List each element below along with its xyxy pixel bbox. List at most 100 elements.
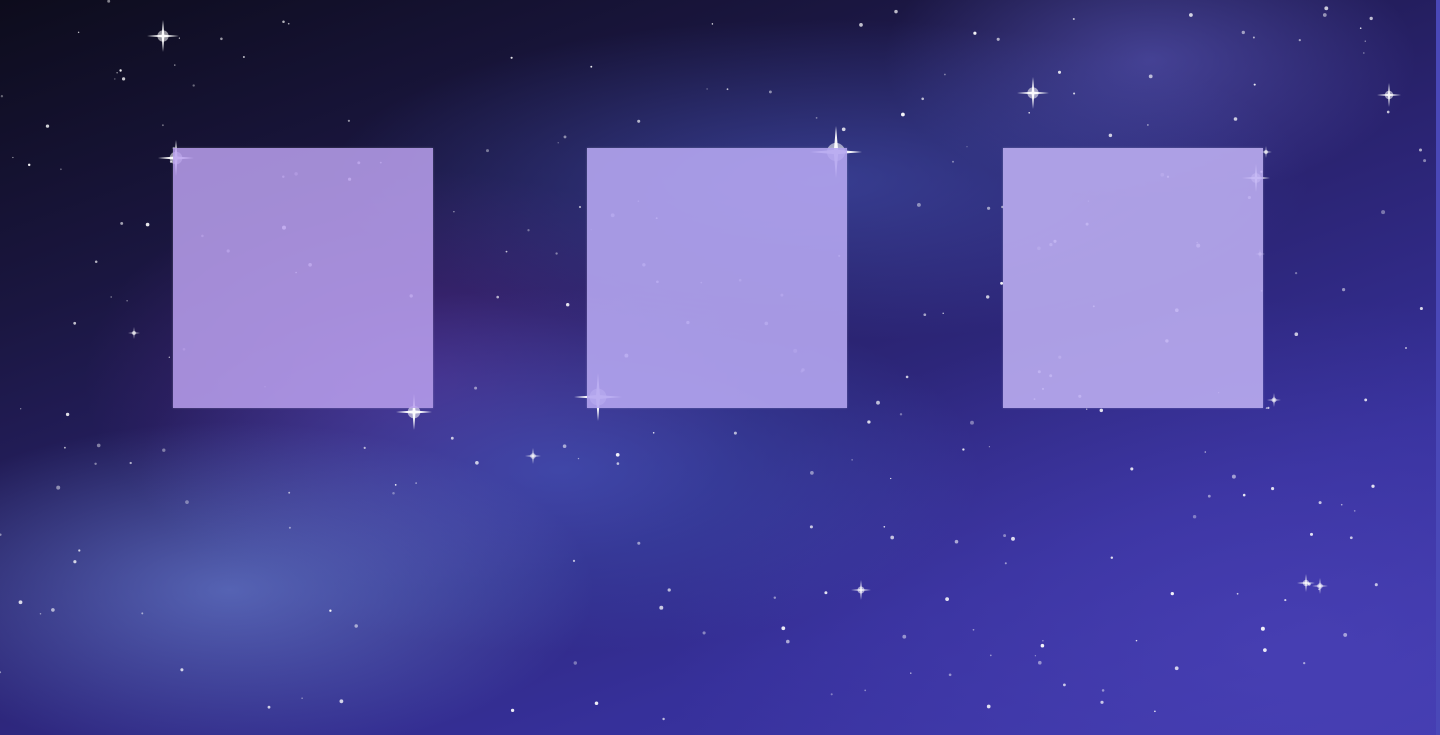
star-dot: [116, 72, 118, 74]
star-dot: [815, 117, 818, 119]
star-dot: [702, 631, 706, 635]
star-dot: [1192, 514, 1197, 519]
star-dot: [563, 135, 567, 139]
star-dot: [809, 525, 813, 529]
star-dot: [141, 612, 144, 615]
star-dot: [121, 77, 126, 81]
star-dot: [1231, 474, 1236, 479]
content-tile-1[interactable]: [173, 148, 433, 408]
sparkle-star-icon: [147, 20, 179, 52]
star-dot: [39, 612, 42, 615]
star-dot: [1174, 666, 1179, 671]
star-dot: [288, 491, 291, 494]
star-dot: [590, 65, 593, 68]
star-dot: [329, 609, 332, 612]
star-dot: [0, 671, 2, 674]
star-dot: [1086, 408, 1088, 410]
star-dot: [96, 443, 101, 448]
star-dot: [65, 412, 70, 417]
star-dot: [1204, 451, 1207, 453]
star-dot: [1263, 648, 1267, 652]
star-dot: [1324, 6, 1329, 11]
star-dot: [114, 78, 116, 80]
star-dot: [1110, 556, 1114, 559]
star-dot: [1284, 599, 1287, 602]
star-dot: [921, 97, 924, 101]
star-dot: [989, 654, 992, 657]
star-dot: [27, 163, 31, 167]
star-dot: [578, 205, 582, 209]
star-dot: [1309, 532, 1314, 536]
star-dot: [1318, 501, 1322, 505]
star-dot: [987, 206, 991, 210]
star-dot: [1349, 536, 1353, 540]
sparkle-star-icon: [1017, 77, 1049, 109]
star-dot: [711, 23, 714, 25]
star-dot: [1207, 494, 1211, 498]
star-dot: [1072, 17, 1075, 21]
star-dot: [1154, 710, 1156, 713]
star-dot: [1353, 510, 1356, 512]
star-dot: [637, 541, 641, 545]
star-dot: [94, 260, 98, 263]
content-tile-2[interactable]: [587, 148, 847, 408]
star-dot: [282, 20, 285, 23]
star-dot: [1298, 38, 1301, 42]
star-dot: [415, 482, 417, 484]
star-dot: [1364, 40, 1367, 42]
star-dot: [1369, 16, 1373, 21]
content-tile-3[interactable]: [1003, 148, 1263, 408]
star-dot: [1294, 271, 1298, 275]
star-dot: [1101, 689, 1105, 692]
star-dot: [288, 526, 291, 529]
sparkle-star-icon: [851, 580, 871, 600]
star-dot: [77, 31, 80, 34]
star-dot: [287, 22, 290, 25]
star-dot: [267, 705, 271, 709]
star-dot: [242, 56, 245, 58]
star-dot: [1374, 583, 1378, 587]
sparkle-star-icon: [1377, 83, 1401, 107]
star-dot: [1419, 148, 1422, 152]
star-dot: [1042, 640, 1044, 642]
star-dot: [565, 302, 570, 307]
star-dot: [594, 701, 599, 705]
star-dot: [1386, 110, 1390, 114]
star-dot: [985, 295, 990, 299]
star-dot: [952, 160, 954, 163]
star-dot: [1236, 592, 1239, 595]
star-dot: [1147, 124, 1149, 126]
star-dot: [510, 708, 515, 713]
star-dot: [363, 446, 366, 449]
star-dot: [1040, 643, 1045, 648]
star-dot: [1371, 484, 1375, 488]
star-dot: [944, 73, 946, 76]
star-dot: [972, 628, 975, 631]
star-dot: [73, 560, 77, 564]
star-dot: [453, 211, 455, 213]
star-dot: [1381, 210, 1386, 215]
star-dot: [1364, 398, 1368, 402]
star-dot: [0, 533, 2, 536]
star-dot: [733, 431, 737, 435]
star-dot: [1233, 117, 1238, 121]
star-dot: [615, 452, 620, 457]
star-dot: [652, 432, 655, 434]
star-dot: [988, 446, 991, 448]
star-dot: [1189, 13, 1193, 17]
star-dot: [1322, 13, 1327, 17]
star-dot: [107, 0, 111, 3]
star-dot: [1294, 332, 1299, 337]
star-dot: [185, 500, 189, 504]
star-dot: [562, 444, 567, 448]
star-dot: [945, 597, 949, 601]
star-dot: [126, 300, 128, 302]
star-dot: [56, 485, 61, 490]
star-dot: [1057, 70, 1062, 74]
star-dot: [841, 127, 846, 132]
star-dot: [192, 84, 195, 87]
star-dot: [637, 119, 641, 123]
star-dot: [781, 626, 786, 631]
star-dot: [1343, 632, 1348, 637]
star-dot: [1253, 83, 1256, 86]
